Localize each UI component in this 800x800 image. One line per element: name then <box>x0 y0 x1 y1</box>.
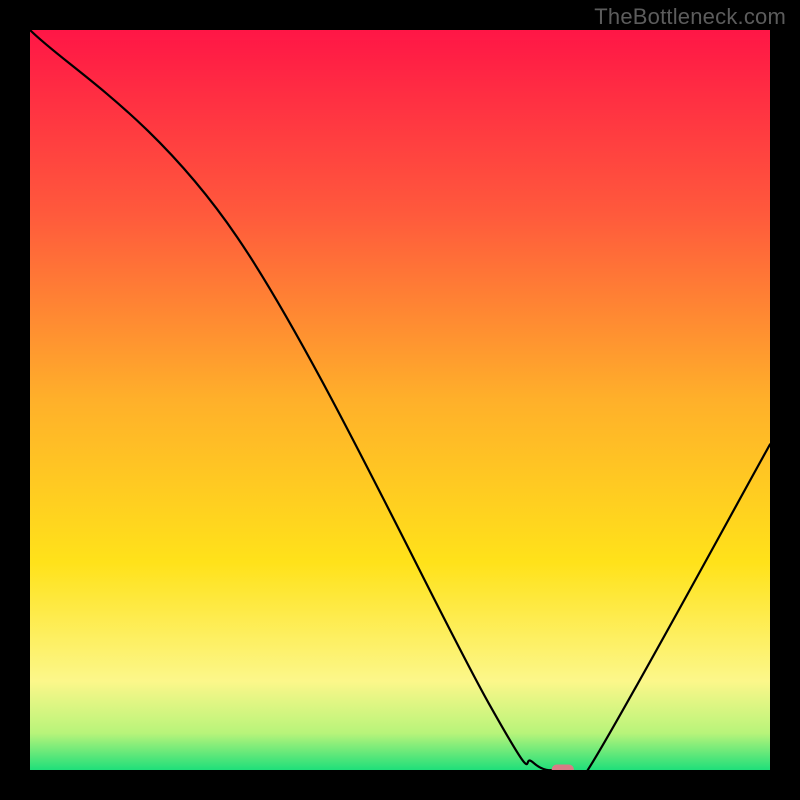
chart-svg <box>30 30 770 770</box>
watermark-text: TheBottleneck.com <box>594 4 786 30</box>
plot-area <box>30 30 770 770</box>
optimum-marker <box>552 765 574 771</box>
chart-frame: TheBottleneck.com <box>0 0 800 800</box>
gradient-background <box>30 30 770 770</box>
